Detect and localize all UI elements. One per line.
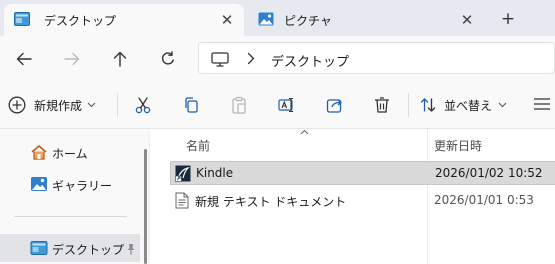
new-tab-button[interactable]: + (494, 6, 522, 32)
refresh-icon (161, 51, 174, 65)
sort-button[interactable]: 並べ替え (420, 93, 507, 117)
file-date-modified: 2026/01/02 10:52 (435, 166, 543, 180)
rename-button[interactable] (275, 93, 299, 117)
delete-button[interactable] (370, 93, 394, 117)
desktop-folder-icon (14, 12, 30, 26)
kindle-shortcut-icon (175, 165, 191, 182)
new-button[interactable]: 新規作成 (8, 91, 96, 119)
refresh-button[interactable] (154, 45, 182, 73)
add-circle-icon (8, 96, 26, 114)
navigation-pane: ホーム ギャラリー デスクトップ (0, 129, 148, 264)
command-bar: 新規作成 並べ替え (0, 81, 555, 129)
close-tab-icon[interactable]: ✕ (456, 9, 478, 31)
paste-button[interactable] (227, 93, 251, 117)
tab-pictures[interactable]: ピクチャ ✕ (248, 4, 484, 36)
toolbar-divider (117, 93, 118, 117)
pictures-icon (258, 12, 274, 26)
file-row-kindle[interactable]: Kindle 2026/01/02 10:52 (170, 161, 555, 185)
breadcrumb-desktop[interactable]: デスクトップ (271, 51, 349, 70)
nav-pane-scrollbar[interactable] (144, 149, 147, 264)
tab-strip: デスクトップ ✕ ピクチャ ✕ + (0, 0, 555, 36)
nav-item-desktop[interactable]: デスクトップ (0, 234, 140, 262)
file-name: 新規 テキスト ドキュメント (195, 195, 347, 209)
file-list: 名前 更新日時 Kindle 2026/01/02 10:52 新規 テキスト … (150, 129, 555, 264)
desktop-folder-icon (30, 241, 48, 255)
nav-divider (14, 216, 127, 217)
new-button-label: 新規作成 (34, 98, 83, 113)
navigation-bar: デスクトップ (0, 36, 555, 81)
pin-icon[interactable] (126, 243, 136, 255)
copy-icon (185, 97, 198, 113)
hamburger-menu-icon[interactable] (533, 97, 551, 111)
arrow-right-icon (64, 52, 80, 66)
this-pc-icon (211, 52, 229, 67)
file-name: Kindle (196, 166, 234, 180)
arrow-left-icon (16, 52, 32, 66)
chevron-down-icon (498, 102, 507, 108)
share-icon (326, 99, 342, 113)
nav-label: ホーム (52, 147, 88, 161)
file-date-modified: 2026/01/01 0:53 (434, 193, 534, 207)
gallery-icon (31, 177, 47, 191)
address-bar[interactable]: デスクトップ (198, 42, 555, 74)
clipboard-icon (232, 96, 246, 114)
nav-label: デスクトップ (52, 243, 125, 257)
nav-label: ギャラリー (52, 179, 113, 193)
nav-item-gallery[interactable]: ギャラリー (0, 170, 140, 198)
chevron-down-icon (87, 102, 96, 108)
rename-icon (278, 97, 293, 113)
scissors-icon (135, 97, 151, 114)
cut-button[interactable] (131, 93, 155, 117)
toolbar-divider (408, 93, 409, 117)
close-tab-icon[interactable]: ✕ (216, 9, 238, 31)
text-document-icon (175, 192, 189, 209)
back-button[interactable] (10, 45, 38, 73)
chevron-right-icon[interactable] (247, 52, 255, 65)
file-row-new-text-document[interactable]: 新規 テキスト ドキュメント 2026/01/01 0:53 (170, 189, 555, 213)
tab-label: ピクチャ (284, 14, 332, 28)
sort-label: 並べ替え (444, 98, 493, 113)
share-button[interactable] (323, 93, 347, 117)
up-button[interactable] (106, 45, 134, 73)
tab-desktop[interactable]: デスクトップ ✕ (4, 4, 244, 36)
sort-arrows-icon (420, 98, 436, 112)
copy-button[interactable] (179, 93, 203, 117)
arrow-up-icon (113, 51, 127, 67)
home-icon (31, 145, 47, 160)
trash-icon (375, 97, 389, 113)
sort-ascending-caret-icon (300, 129, 309, 135)
tab-label: デスクトップ (44, 14, 117, 28)
nav-item-home[interactable]: ホーム (0, 138, 140, 166)
forward-button[interactable] (58, 45, 86, 73)
